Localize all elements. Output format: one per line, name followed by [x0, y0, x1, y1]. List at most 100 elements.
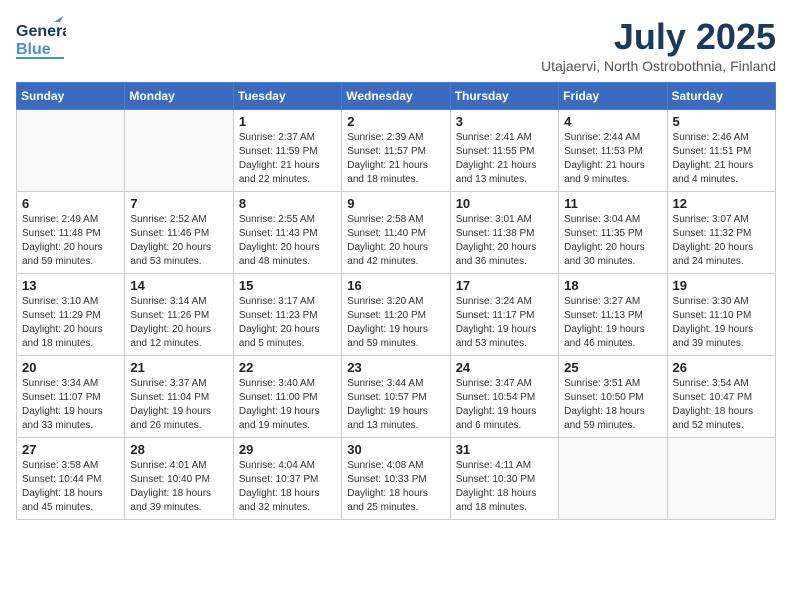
weekday-saturday: Saturday: [667, 83, 775, 110]
day-info: Sunrise: 3:37 AM Sunset: 11:04 PM Daylig…: [130, 377, 227, 433]
calendar-cell: [667, 438, 775, 520]
svg-text:General: General: [16, 23, 66, 40]
week-row-4: 20Sunrise: 3:34 AM Sunset: 11:07 PM Dayl…: [17, 356, 776, 438]
day-number: 22: [239, 360, 336, 375]
day-info: Sunrise: 4:04 AM Sunset: 10:37 PM Daylig…: [239, 459, 336, 515]
day-number: 11: [564, 196, 661, 211]
calendar-cell: 13 Sunrise: 3:10 AM Sunset: 11:29 PM Dayl…: [17, 274, 125, 356]
location-subtitle: Utajaervi, North Ostrobothnia, Finland: [541, 58, 776, 74]
day-info: Sunrise: 3:14 AM Sunset: 11:26 PM Daylig…: [130, 295, 227, 351]
day-info: Sunrise: 3:24 AM Sunset: 11:17 PM Daylig…: [456, 295, 553, 351]
day-number: 31: [456, 442, 553, 457]
day-number: 7: [130, 196, 227, 211]
month-title: July 2025: [541, 16, 776, 58]
day-number: 13: [22, 278, 119, 293]
day-info: Sunrise: 3:20 AM Sunset: 11:20 PM Daylig…: [347, 295, 444, 351]
day-number: 26: [673, 360, 770, 375]
calendar-cell: 9Sunrise: 2:58 AM Sunset: 11:40 PM Dayli…: [342, 192, 450, 274]
weekday-monday: Monday: [125, 83, 233, 110]
title-block: July 2025 Utajaervi, North Ostrobothnia,…: [541, 16, 776, 74]
day-number: 18: [564, 278, 661, 293]
calendar-cell: 15Sunrise: 3:17 AM Sunset: 11:23 PM Dayl…: [233, 274, 341, 356]
day-info: Sunrise: 3:44 AM Sunset: 10:57 PM Daylig…: [347, 377, 444, 433]
calendar-cell: 1 Sunrise: 2:37 AM Sunset: 11:59 PM Dayli…: [233, 110, 341, 192]
day-info: Sunrise: 3:10 AM Sunset: 11:29 PM Daylig…: [22, 295, 119, 351]
day-number: 1: [239, 114, 336, 129]
calendar-cell: 25 Sunrise: 3:51 AM Sunset: 10:50 PM Dayl…: [559, 356, 667, 438]
calendar-cell: 28Sunrise: 4:01 AM Sunset: 10:40 PM Dayl…: [125, 438, 233, 520]
calendar-cell: [559, 438, 667, 520]
logo-icon: General Blue: [16, 16, 66, 60]
logo: General Blue: [16, 16, 66, 65]
day-number: 27: [22, 442, 119, 457]
weekday-wednesday: Wednesday: [342, 83, 450, 110]
day-info: Sunrise: 2:37 AM Sunset: 11:59 PM Daylig…: [239, 131, 336, 187]
calendar-cell: 6Sunrise: 2:49 AM Sunset: 11:48 PM Dayli…: [17, 192, 125, 274]
day-info: Sunrise: 3:17 AM Sunset: 11:23 PM Daylig…: [239, 295, 336, 351]
calendar-cell: [125, 110, 233, 192]
calendar-cell: 23 Sunrise: 3:44 AM Sunset: 10:57 PM Dayl…: [342, 356, 450, 438]
day-number: 4: [564, 114, 661, 129]
day-info: Sunrise: 2:46 AM Sunset: 11:51 PM Daylig…: [673, 131, 770, 187]
day-number: 8: [239, 196, 336, 211]
day-info: Sunrise: 2:44 AM Sunset: 11:53 PM Daylig…: [564, 131, 661, 187]
weekday-friday: Friday: [559, 83, 667, 110]
calendar-cell: 30 Sunrise: 4:08 AM Sunset: 10:33 PM Dayl…: [342, 438, 450, 520]
day-info: Sunrise: 3:04 AM Sunset: 11:35 PM Daylig…: [564, 213, 661, 269]
day-info: Sunrise: 3:58 AM Sunset: 10:44 PM Daylig…: [22, 459, 119, 515]
calendar-cell: 17Sunrise: 3:24 AM Sunset: 11:17 PM Dayl…: [450, 274, 558, 356]
calendar-cell: 21Sunrise: 3:37 AM Sunset: 11:04 PM Dayl…: [125, 356, 233, 438]
calendar-cell: 3 Sunrise: 2:41 AM Sunset: 11:55 PM Dayli…: [450, 110, 558, 192]
day-info: Sunrise: 3:01 AM Sunset: 11:38 PM Daylig…: [456, 213, 553, 269]
day-number: 28: [130, 442, 227, 457]
calendar-cell: 24Sunrise: 3:47 AM Sunset: 10:54 PM Dayl…: [450, 356, 558, 438]
day-info: Sunrise: 4:11 AM Sunset: 10:30 PM Daylig…: [456, 459, 553, 515]
day-number: 30: [347, 442, 444, 457]
calendar-cell: 11 Sunrise: 3:04 AM Sunset: 11:35 PM Dayl…: [559, 192, 667, 274]
calendar-cell: 14 Sunrise: 3:14 AM Sunset: 11:26 PM Dayl…: [125, 274, 233, 356]
calendar-cell: 8 Sunrise: 2:55 AM Sunset: 11:43 PM Dayli…: [233, 192, 341, 274]
day-info: Sunrise: 2:55 AM Sunset: 11:43 PM Daylig…: [239, 213, 336, 269]
calendar-cell: 31 Sunrise: 4:11 AM Sunset: 10:30 PM Dayl…: [450, 438, 558, 520]
calendar-cell: 4 Sunrise: 2:44 AM Sunset: 11:53 PM Dayli…: [559, 110, 667, 192]
day-info: Sunrise: 4:08 AM Sunset: 10:33 PM Daylig…: [347, 459, 444, 515]
day-number: 14: [130, 278, 227, 293]
day-number: 10: [456, 196, 553, 211]
weekday-header-row: SundayMondayTuesdayWednesdayThursdayFrid…: [17, 83, 776, 110]
day-info: Sunrise: 2:41 AM Sunset: 11:55 PM Daylig…: [456, 131, 553, 187]
calendar-cell: 26 Sunrise: 3:54 AM Sunset: 10:47 PM Dayl…: [667, 356, 775, 438]
day-info: Sunrise: 2:39 AM Sunset: 11:57 PM Daylig…: [347, 131, 444, 187]
weekday-sunday: Sunday: [17, 83, 125, 110]
day-number: 19: [673, 278, 770, 293]
calendar-cell: 22Sunrise: 3:40 AM Sunset: 11:00 PM Dayl…: [233, 356, 341, 438]
calendar-cell: 2Sunrise: 2:39 AM Sunset: 11:57 PM Dayli…: [342, 110, 450, 192]
calendar-cell: 20Sunrise: 3:34 AM Sunset: 11:07 PM Dayl…: [17, 356, 125, 438]
day-number: 3: [456, 114, 553, 129]
calendar-table: SundayMondayTuesdayWednesdayThursdayFrid…: [16, 82, 776, 520]
week-row-5: 27 Sunrise: 3:58 AM Sunset: 10:44 PM Dayl…: [17, 438, 776, 520]
weekday-tuesday: Tuesday: [233, 83, 341, 110]
day-info: Sunrise: 3:30 AM Sunset: 11:10 PM Daylig…: [673, 295, 770, 351]
calendar-cell: 12 Sunrise: 3:07 AM Sunset: 11:32 PM Dayl…: [667, 192, 775, 274]
week-row-3: 13 Sunrise: 3:10 AM Sunset: 11:29 PM Dayl…: [17, 274, 776, 356]
day-number: 6: [22, 196, 119, 211]
calendar-body: 1 Sunrise: 2:37 AM Sunset: 11:59 PM Dayli…: [17, 110, 776, 520]
day-info: Sunrise: 3:51 AM Sunset: 10:50 PM Daylig…: [564, 377, 661, 433]
calendar-cell: 27 Sunrise: 3:58 AM Sunset: 10:44 PM Dayl…: [17, 438, 125, 520]
calendar-cell: 7 Sunrise: 2:52 AM Sunset: 11:46 PM Dayli…: [125, 192, 233, 274]
day-info: Sunrise: 3:54 AM Sunset: 10:47 PM Daylig…: [673, 377, 770, 433]
calendar-cell: 5Sunrise: 2:46 AM Sunset: 11:51 PM Dayli…: [667, 110, 775, 192]
day-number: 12: [673, 196, 770, 211]
day-info: Sunrise: 3:27 AM Sunset: 11:13 PM Daylig…: [564, 295, 661, 351]
svg-text:Blue: Blue: [16, 41, 51, 58]
week-row-1: 1 Sunrise: 2:37 AM Sunset: 11:59 PM Dayli…: [17, 110, 776, 192]
day-number: 23: [347, 360, 444, 375]
calendar-cell: 10 Sunrise: 3:01 AM Sunset: 11:38 PM Dayl…: [450, 192, 558, 274]
day-number: 25: [564, 360, 661, 375]
weekday-thursday: Thursday: [450, 83, 558, 110]
day-info: Sunrise: 3:34 AM Sunset: 11:07 PM Daylig…: [22, 377, 119, 433]
day-info: Sunrise: 2:52 AM Sunset: 11:46 PM Daylig…: [130, 213, 227, 269]
day-info: Sunrise: 3:07 AM Sunset: 11:32 PM Daylig…: [673, 213, 770, 269]
day-number: 24: [456, 360, 553, 375]
day-number: 29: [239, 442, 336, 457]
